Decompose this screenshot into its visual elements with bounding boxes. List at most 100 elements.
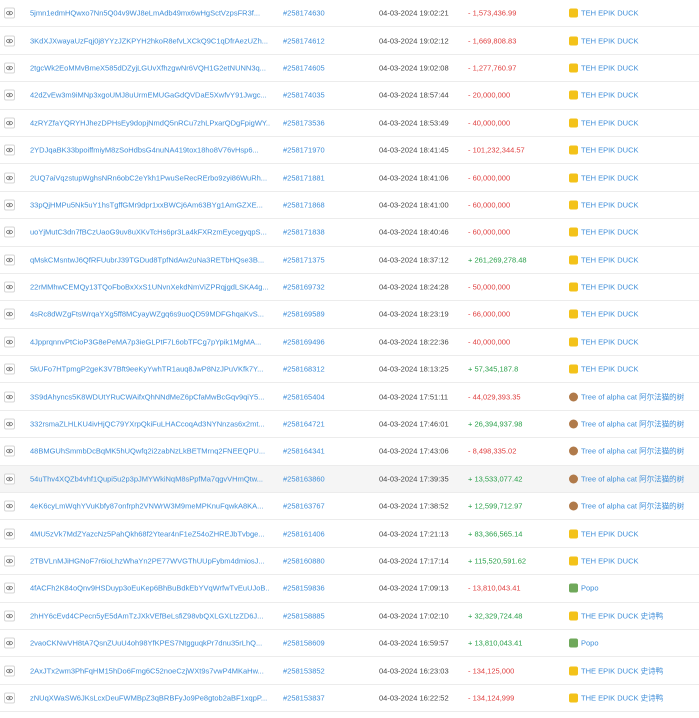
view-details-eye-icon[interactable] xyxy=(4,336,15,348)
token-cell[interactable]: Tree of alpha cat 阿尔法猫的树 xyxy=(569,446,684,457)
block-link[interactable]: #258163860 xyxy=(283,474,325,483)
signature-link[interactable]: 2hHY6cEvd4CPecn5yE5dAmTzJXkVEfBeLsfiZ98v… xyxy=(30,611,270,620)
token-name-link[interactable]: TEH EPIK DUCK xyxy=(581,337,639,346)
block-link[interactable]: #258158609 xyxy=(283,639,325,648)
view-details-eye-icon[interactable] xyxy=(4,117,15,129)
view-details-eye-icon[interactable] xyxy=(4,610,15,622)
block-link[interactable]: #258171375 xyxy=(283,255,325,264)
signature-link[interactable]: 2AxJTx2wm3PhFqHM15hDo6Fmg6C52noeCzjWXt9s… xyxy=(30,666,270,675)
token-name-link[interactable]: TEH EPIK DUCK xyxy=(581,310,639,319)
block-link[interactable]: #258174630 xyxy=(283,9,325,18)
token-cell[interactable]: TEH EPIK DUCK xyxy=(569,556,639,566)
view-details-eye-icon[interactable] xyxy=(4,226,15,238)
token-name-link[interactable]: TEH EPIK DUCK xyxy=(581,91,639,100)
view-details-eye-icon[interactable] xyxy=(4,665,15,677)
signature-link[interactable]: 2UQ7aiVqzstupWghsNRn6obC2eYkh1PwuSeRecRE… xyxy=(30,173,270,182)
view-details-eye-icon[interactable] xyxy=(4,308,15,320)
signature-link[interactable]: 33pQjHMPu5Nk5uY1hsTgffGMr9dpr1xxBWCj6Am6… xyxy=(30,200,270,209)
token-cell[interactable]: TEH EPIK DUCK xyxy=(569,8,639,18)
signature-link[interactable]: 2YDJqaBK33bpoiffmiyM8zSoHdbsG4nuNA419tox… xyxy=(30,146,270,155)
token-cell[interactable]: TEH EPIK DUCK xyxy=(569,145,639,155)
block-link[interactable]: #258171970 xyxy=(283,146,325,155)
block-link[interactable]: #258169732 xyxy=(283,283,325,292)
token-name-link[interactable]: THE EPIK DUCK 史诗鸭 xyxy=(581,665,663,676)
signature-link[interactable]: 4zRYZfaYQRYHJhezDPHsEy9dopjNmdQ5nRCu7zhL… xyxy=(30,118,270,127)
signature-link[interactable]: qMskCMsntwJ6QfRFUubrJ39TGDud8TpfNdAw2uNa… xyxy=(30,255,270,264)
view-details-eye-icon[interactable] xyxy=(4,418,15,430)
view-details-eye-icon[interactable] xyxy=(4,528,15,540)
block-link[interactable]: #258171881 xyxy=(283,173,325,182)
token-name-link[interactable]: TEH EPIK DUCK xyxy=(581,228,639,237)
signature-link[interactable]: 4sRc8dWZgFtsWrqaYXg5ff8MCyayWZgq6s9uoQD5… xyxy=(30,310,270,319)
token-name-link[interactable]: THE EPIK DUCK 史诗鸭 xyxy=(581,692,663,703)
block-link[interactable]: #258174612 xyxy=(283,36,325,45)
view-details-eye-icon[interactable] xyxy=(4,363,15,375)
block-link[interactable]: #258169496 xyxy=(283,337,325,346)
token-cell[interactable]: THE EPIK DUCK 史诗鸭 xyxy=(569,692,663,703)
signature-link[interactable]: 4fACFh2K84oQnv9HSDuyp3oEuKep6BhBuBdkEbYV… xyxy=(30,584,270,593)
token-name-link[interactable]: TEH EPIK DUCK xyxy=(581,365,639,374)
token-cell[interactable]: TEH EPIK DUCK xyxy=(569,90,639,100)
view-details-eye-icon[interactable] xyxy=(4,89,15,101)
view-details-eye-icon[interactable] xyxy=(4,281,15,293)
signature-link[interactable]: 3S9dAhyncs5K8WDUtYRuCWAifxQhNNdMeZ6pCfaM… xyxy=(30,392,270,401)
signature-link[interactable]: 4JpprqnnvPtCioP3G8ePeMA7p3ieGLPtF7L6obTF… xyxy=(30,337,270,346)
signature-link[interactable]: uoYjMutC3dn7fBCzUaoG9uv8uXKvTcHs6pr3La4k… xyxy=(30,228,270,237)
signature-link[interactable]: 5jmn1edmHQwxo7Nn5Q04v9WJ8eLmAdb49mx6wHgS… xyxy=(30,9,270,18)
block-link[interactable]: #258153852 xyxy=(283,666,325,675)
token-cell[interactable]: Tree of alpha cat 阿尔法猫的树 xyxy=(569,419,684,430)
signature-link[interactable]: 3KdXJXwayaUzFqj0j8YYzJZKPYH2hkoR8efvLXCk… xyxy=(30,36,270,45)
signature-link[interactable]: 4MU5zVk7MdZYazcNz5PahQkh68f2Ytear4nF1eZ5… xyxy=(30,529,270,538)
token-name-link[interactable]: TEH EPIK DUCK xyxy=(581,146,639,155)
view-details-eye-icon[interactable] xyxy=(4,35,15,47)
block-link[interactable]: #258169589 xyxy=(283,310,325,319)
view-details-eye-icon[interactable] xyxy=(4,637,15,649)
block-link[interactable]: #258174035 xyxy=(283,91,325,100)
token-cell[interactable]: TEH EPIK DUCK xyxy=(569,63,639,73)
view-details-eye-icon[interactable] xyxy=(4,199,15,211)
block-link[interactable]: #258171868 xyxy=(283,200,325,209)
view-details-eye-icon[interactable] xyxy=(4,172,15,184)
view-details-eye-icon[interactable] xyxy=(4,391,15,403)
token-cell[interactable]: Popo xyxy=(569,583,599,593)
token-name-link[interactable]: Tree of alpha cat 阿尔法猫的树 xyxy=(581,501,684,512)
block-link[interactable]: #258174605 xyxy=(283,63,325,72)
block-link[interactable]: #258153837 xyxy=(283,693,325,702)
view-details-eye-icon[interactable] xyxy=(4,62,15,74)
token-name-link[interactable]: Tree of alpha cat 阿尔法猫的树 xyxy=(581,473,684,484)
view-details-eye-icon[interactable] xyxy=(4,254,15,266)
block-link[interactable]: #258173536 xyxy=(283,118,325,127)
signature-link[interactable]: 5kUFo7HTpmgP2geK3V7Bft9eeKyYwhTR1auq8JwP… xyxy=(30,365,270,374)
view-details-eye-icon[interactable] xyxy=(4,500,15,512)
view-details-eye-icon[interactable] xyxy=(4,445,15,457)
block-link[interactable]: #258159836 xyxy=(283,584,325,593)
block-link[interactable]: #258161406 xyxy=(283,529,325,538)
signature-link[interactable]: 332rsmaZLHLKU4ivHjQC79YXrpQkiFuLHACcoqAd… xyxy=(30,420,270,429)
token-name-link[interactable]: TEH EPIK DUCK xyxy=(581,173,639,182)
block-link[interactable]: #258171838 xyxy=(283,228,325,237)
token-cell[interactable]: TEH EPIK DUCK xyxy=(569,173,639,183)
token-name-link[interactable]: TEH EPIK DUCK xyxy=(581,557,639,566)
token-name-link[interactable]: TEH EPIK DUCK xyxy=(581,36,639,45)
token-cell[interactable]: Popo xyxy=(569,638,599,648)
token-name-link[interactable]: TEH EPIK DUCK xyxy=(581,118,639,127)
signature-link[interactable]: 2tgcWk2EoMMvBmeX585dDZyjLGUvXfhzgwNr6VQH… xyxy=(30,63,270,72)
token-cell[interactable]: Tree of alpha cat 阿尔法猫的树 xyxy=(569,473,684,484)
token-name-link[interactable]: TEH EPIK DUCK xyxy=(581,283,639,292)
token-cell[interactable]: TEH EPIK DUCK xyxy=(569,255,639,265)
token-cell[interactable]: TEH EPIK DUCK xyxy=(569,309,639,319)
signature-link[interactable]: 2vaoCKNwVH8tA7QsnZUuU4oh98YfKPES7Ntgguqk… xyxy=(30,639,270,648)
signature-link[interactable]: 22rMMhwCEMQy13TQoFboBxXxS1UNvnXekdNmViZP… xyxy=(30,283,270,292)
token-cell[interactable]: TEH EPIK DUCK xyxy=(569,36,639,46)
token-name-link[interactable]: TEH EPIK DUCK xyxy=(581,255,639,264)
token-cell[interactable]: TEH EPIK DUCK xyxy=(569,364,639,374)
view-details-eye-icon[interactable] xyxy=(4,692,15,704)
view-details-eye-icon[interactable] xyxy=(4,473,15,485)
block-link[interactable]: #258165404 xyxy=(283,392,325,401)
token-name-link[interactable]: Tree of alpha cat 阿尔法猫的树 xyxy=(581,419,684,430)
token-name-link[interactable]: Popo xyxy=(581,584,599,593)
token-cell[interactable]: Tree of alpha cat 阿尔法猫的树 xyxy=(569,391,684,402)
block-link[interactable]: #258160880 xyxy=(283,557,325,566)
token-name-link[interactable]: THE EPIK DUCK 史诗鸭 xyxy=(581,610,663,621)
signature-link[interactable]: zNUqXWaSW6JKsLcxDeuFWMBpZ3qBRBFyJo9Pe8gt… xyxy=(30,693,270,702)
